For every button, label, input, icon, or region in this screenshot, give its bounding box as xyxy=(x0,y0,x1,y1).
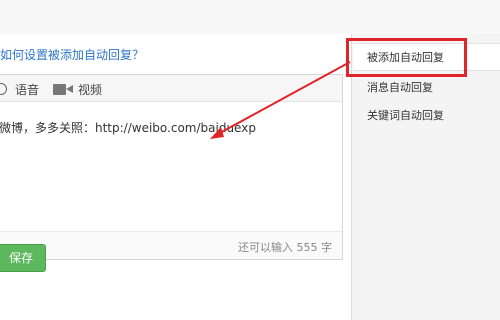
char-count: 还可以输入 555 字 xyxy=(238,241,332,254)
editor-footer: 还可以输入 555 字 xyxy=(0,231,342,259)
auto-reply-content-panel: 如何设置被添加自动回复？ 语音 视频 微博，多多关照：http://weibo.… xyxy=(0,34,352,320)
help-link[interactable]: 如何设置被添加自动回复？ xyxy=(0,46,144,63)
sidebar-item-keyword-auto-reply[interactable]: 关键词自动回复 xyxy=(353,102,500,130)
editor-toolbar: 语音 视频 xyxy=(0,75,342,102)
save-button[interactable]: 保存 xyxy=(0,244,46,272)
top-strip xyxy=(0,0,500,34)
sidebar: 被添加自动回复 消息自动回复 关键词自动回复 xyxy=(353,34,500,320)
voice-icon xyxy=(0,83,7,95)
voice-button[interactable]: 语音 xyxy=(0,81,39,97)
reply-text-area[interactable]: 微博，多多关照：http://weibo.com/baiduexp xyxy=(0,119,256,136)
voice-label: 语音 xyxy=(15,82,40,97)
sidebar-item-added-auto-reply[interactable]: 被添加自动回复 xyxy=(353,43,500,71)
sidebar-item-message-auto-reply[interactable]: 消息自动回复 xyxy=(353,74,500,102)
video-label: 视频 xyxy=(78,82,103,97)
reply-editor: 语音 视频 微博，多多关照：http://weibo.com/baiduexp … xyxy=(0,74,343,260)
video-button[interactable]: 视频 xyxy=(53,81,102,97)
video-camera-icon xyxy=(53,83,73,96)
